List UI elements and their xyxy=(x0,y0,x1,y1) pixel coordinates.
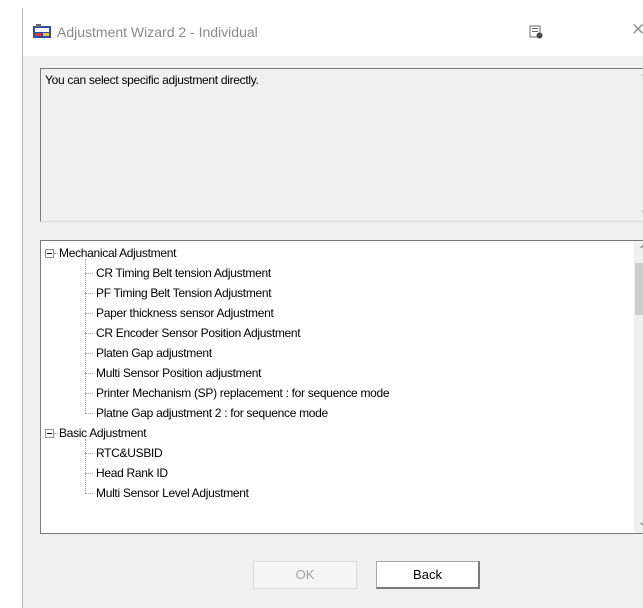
tree-connector xyxy=(85,293,93,294)
scroll-up-icon[interactable]: ⌃ xyxy=(634,245,643,257)
help-icon[interactable] xyxy=(529,25,543,39)
tree-item[interactable]: PF Timing Belt Tension Adjustment xyxy=(96,283,272,303)
scroll-up-icon[interactable]: ⌃ xyxy=(635,73,643,85)
tree-scrollbar[interactable]: ⌃ ⌄ xyxy=(634,241,643,533)
tree-connector xyxy=(54,253,58,254)
back-button[interactable]: Back xyxy=(376,561,480,589)
tree-connector xyxy=(85,393,93,394)
tree-connector xyxy=(85,259,86,413)
tree-connector xyxy=(85,473,93,474)
tree-connector xyxy=(85,313,93,314)
tree-item[interactable]: Platen Gap adjustment xyxy=(96,343,212,363)
collapse-icon[interactable] xyxy=(45,249,54,258)
tree-item[interactable]: CR Encoder Sensor Position Adjustment xyxy=(96,323,301,343)
tree-item[interactable]: Platne Gap adjustment 2 : for sequence m… xyxy=(96,403,328,423)
tree-item[interactable]: Multi Sensor Level Adjustment xyxy=(96,483,249,503)
ok-button[interactable]: OK xyxy=(253,561,357,589)
description-box: You can select specific adjustment direc… xyxy=(40,68,643,222)
tree-connector xyxy=(54,433,58,434)
tree-connector xyxy=(85,493,93,494)
window-title: Adjustment Wizard 2 - Individual xyxy=(57,24,258,40)
tree-connector xyxy=(85,439,86,493)
tree-group-label[interactable]: Basic Adjustment xyxy=(59,423,147,443)
description-scrollbar[interactable]: ⌃ ⌄ xyxy=(635,69,643,221)
dialog-window: Adjustment Wizard 2 - Individual ✕ You c… xyxy=(22,8,643,608)
tree-connector xyxy=(85,453,93,454)
tree-connector xyxy=(85,273,93,274)
tree-list: Mechanical Adjustment CR Timing Belt tens… xyxy=(41,241,634,533)
tree-item[interactable]: Multi Sensor Position adjustment xyxy=(96,363,261,383)
scroll-down-icon[interactable]: ⌄ xyxy=(634,517,643,529)
scroll-down-icon[interactable]: ⌄ xyxy=(635,205,643,217)
tree-item[interactable]: Head Rank ID xyxy=(96,463,168,483)
tree-connector xyxy=(85,353,93,354)
scroll-thumb[interactable] xyxy=(635,263,643,315)
app-icon xyxy=(33,24,51,40)
tree-connector xyxy=(85,373,93,374)
adjustment-tree[interactable]: Mechanical Adjustment CR Timing Belt tens… xyxy=(40,240,643,534)
tree-connector xyxy=(85,333,93,334)
tree-item[interactable]: RTC&USBID xyxy=(96,443,163,463)
tree-item[interactable]: Paper thickness sensor Adjustment xyxy=(96,303,274,323)
collapse-icon[interactable] xyxy=(45,429,54,438)
title-bar[interactable]: Adjustment Wizard 2 - Individual ✕ xyxy=(23,8,643,56)
tree-group-label[interactable]: Mechanical Adjustment xyxy=(59,243,176,263)
tree-item[interactable]: Printer Mechanism (SP) replacement : for… xyxy=(96,383,390,403)
tree-connector xyxy=(85,413,93,414)
close-icon[interactable]: ✕ xyxy=(631,20,643,40)
description-text: You can select specific adjustment direc… xyxy=(45,73,259,87)
tree-item[interactable]: CR Timing Belt tension Adjustment xyxy=(96,263,271,283)
